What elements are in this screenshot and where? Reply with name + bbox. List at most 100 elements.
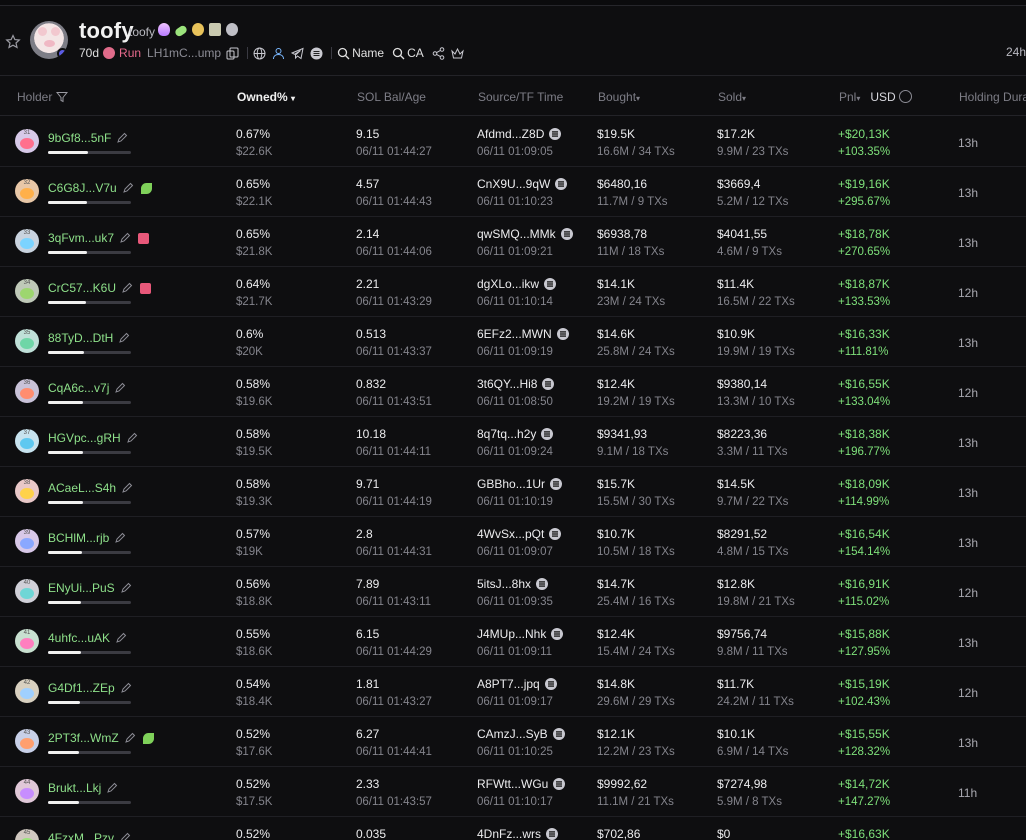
table-row[interactable]: 32 C6G8J...V7u 0.65% $22.1K 4.57 06/11 01:44:… bbox=[0, 167, 1026, 217]
edit-icon[interactable] bbox=[119, 232, 131, 244]
holder-avatar[interactable]: 43 bbox=[15, 729, 39, 753]
col-pnl[interactable]: Pnl▾ USD bbox=[839, 90, 912, 104]
token-name[interactable]: toofy bbox=[79, 18, 134, 44]
holder-address[interactable]: 4uhfc...uAK bbox=[48, 631, 127, 645]
globe-icon[interactable] bbox=[253, 47, 266, 60]
holder-address[interactable]: C6G8J...V7u bbox=[48, 181, 152, 195]
table-row[interactable]: 44 Brukt...Lkj 0.52% $17.5K 2.33 06/11 01:43:… bbox=[0, 767, 1026, 817]
holder-address[interactable]: CrC57...K6U bbox=[48, 281, 152, 295]
edit-icon[interactable] bbox=[121, 482, 133, 494]
col-bought[interactable]: Bought▾ bbox=[598, 90, 640, 104]
edit-icon[interactable] bbox=[126, 432, 138, 444]
edit-icon[interactable] bbox=[120, 682, 132, 694]
table-row[interactable]: 41 4uhfc...uAK 0.55% $18.6K 6.15 06/11 01:44:… bbox=[0, 617, 1026, 667]
table-row[interactable]: 42 G4Df1...ZEp 0.54% $18.4K 1.81 06/11 01:43:… bbox=[0, 667, 1026, 717]
holder-address[interactable]: 2PT3f...WmZ bbox=[48, 731, 154, 745]
holder-avatar[interactable]: 38 bbox=[15, 479, 39, 503]
holder-avatar[interactable]: 37 bbox=[15, 429, 39, 453]
source-address[interactable]: 5itsJ...8hx bbox=[477, 577, 549, 591]
holder-avatar[interactable]: 41 bbox=[15, 629, 39, 653]
source-address[interactable]: J4MUp...Nhk bbox=[477, 627, 564, 641]
table-row[interactable]: 39 BCHlM...rjb 0.57% $19K 2.8 06/11 01:44:31 4… bbox=[0, 517, 1026, 567]
holder-address[interactable]: 3qFvm...uk7 bbox=[48, 231, 150, 245]
source-address[interactable]: RFWtt...WGu bbox=[477, 777, 566, 791]
search-name-button[interactable]: Name bbox=[337, 46, 384, 60]
source-address[interactable]: 6EFz2...MWN bbox=[477, 327, 569, 341]
list-circle-icon[interactable] bbox=[310, 47, 323, 60]
table-row[interactable]: 38 ACaeL...S4h 0.58% $19.3K 9.71 06/11 01:44:… bbox=[0, 467, 1026, 517]
holder-address[interactable]: 4FzxM...Pzv bbox=[48, 831, 131, 840]
holder-address[interactable]: HGVpc...gRH bbox=[48, 431, 138, 445]
source-address[interactable]: 4WvSx...pQt bbox=[477, 527, 562, 541]
edit-icon[interactable] bbox=[115, 632, 127, 644]
holder-address[interactable]: Brukt...Lkj bbox=[48, 781, 118, 795]
user-icon[interactable] bbox=[272, 47, 285, 60]
holder-avatar[interactable]: 42 bbox=[15, 679, 39, 703]
holder-address[interactable]: 88TyD...DtH bbox=[48, 331, 130, 345]
token-avatar[interactable] bbox=[30, 21, 68, 59]
source-address[interactable]: 4DnFz...wrs bbox=[477, 827, 559, 840]
holder-address[interactable]: ACaeL...S4h bbox=[48, 481, 133, 495]
col-source[interactable]: Source/TF Time bbox=[478, 90, 563, 104]
star-icon[interactable] bbox=[5, 34, 21, 50]
edit-icon[interactable] bbox=[122, 182, 134, 194]
holder-avatar[interactable]: 45 bbox=[15, 829, 39, 840]
table-row[interactable]: 37 HGVpc...gRH 0.58% $19.5K 10.18 06/11 01:44… bbox=[0, 417, 1026, 467]
table-row[interactable]: 45 4FzxM...Pzv 0.52% 0.035 4DnFz...wrs $702,8… bbox=[0, 817, 1026, 840]
holder-avatar[interactable]: 34 bbox=[15, 279, 39, 303]
currency-switch-icon[interactable] bbox=[898, 90, 912, 103]
table-row[interactable]: 34 CrC57...K6U 0.64% $21.7K 2.21 06/11 01:43:… bbox=[0, 267, 1026, 317]
holder-avatar[interactable]: 32 bbox=[15, 179, 39, 203]
share-icon[interactable] bbox=[432, 46, 445, 60]
usd-toggle[interactable]: USD bbox=[870, 90, 895, 104]
table-row[interactable]: 40 ENyUi...PuS 0.56% $18.8K 7.89 06/11 01:43:… bbox=[0, 567, 1026, 617]
edit-icon[interactable] bbox=[114, 532, 126, 544]
table-row[interactable]: 33 3qFvm...uk7 0.65% $21.8K 2.14 06/11 01:44:… bbox=[0, 217, 1026, 267]
holder-address[interactable]: CqA6c...v7j bbox=[48, 381, 126, 395]
table-row[interactable]: 43 2PT3f...WmZ 0.52% $17.6K 6.27 06/11 01:44:… bbox=[0, 717, 1026, 767]
contract-address[interactable]: LH1mC...ump bbox=[147, 46, 221, 60]
table-row[interactable]: 36 CqA6c...v7j 0.58% $19.6K 0.832 06/11 01:43… bbox=[0, 367, 1026, 417]
source-address[interactable]: Afdmd...Z8D bbox=[477, 127, 562, 141]
source-address[interactable]: qwSMQ...MMk bbox=[477, 227, 573, 241]
edit-icon[interactable] bbox=[120, 582, 132, 594]
copy-icon[interactable] bbox=[226, 47, 239, 60]
col-owned[interactable]: Owned% ▾ bbox=[237, 90, 295, 104]
search-ca-button[interactable]: CA bbox=[392, 46, 424, 60]
col-sol-bal[interactable]: SOL Bal/Age bbox=[357, 90, 426, 104]
holder-avatar[interactable]: 35 bbox=[15, 329, 39, 353]
edit-icon[interactable] bbox=[121, 282, 133, 294]
holder-address[interactable]: BCHlM...rjb bbox=[48, 531, 126, 545]
holder-avatar[interactable]: 39 bbox=[15, 529, 39, 553]
source-address[interactable]: dgXLo...ikw bbox=[477, 277, 557, 291]
edit-icon[interactable] bbox=[114, 382, 126, 394]
table-row[interactable]: 35 88TyD...DtH 0.6% $20K 0.513 06/11 01:43:37… bbox=[0, 317, 1026, 367]
source-address[interactable]: CnX9U...9qW bbox=[477, 177, 568, 191]
holder-avatar[interactable]: 31 bbox=[15, 129, 39, 153]
source-address[interactable]: 8q7tq...h2y bbox=[477, 427, 554, 441]
crown-icon[interactable] bbox=[450, 47, 464, 60]
edit-icon[interactable] bbox=[124, 732, 136, 744]
edit-icon[interactable] bbox=[116, 132, 128, 144]
col-sold[interactable]: Sold▾ bbox=[718, 90, 746, 104]
edit-icon[interactable] bbox=[118, 332, 130, 344]
source-address[interactable]: CAmzJ...SyB bbox=[477, 727, 565, 741]
col-holding[interactable]: Holding Dura bbox=[959, 90, 1026, 104]
holder-avatar[interactable]: 44 bbox=[15, 779, 39, 803]
holder-address[interactable]: 9bGf8...5nF bbox=[48, 131, 128, 145]
source-address[interactable]: A8PT7...jpq bbox=[477, 677, 557, 691]
source-address[interactable]: GBBho...1Ur bbox=[477, 477, 563, 491]
edit-icon[interactable] bbox=[119, 832, 131, 840]
holder-address[interactable]: ENyUi...PuS bbox=[48, 581, 132, 595]
holder-avatar[interactable]: 40 bbox=[15, 579, 39, 603]
col-holder[interactable]: Holder bbox=[17, 90, 68, 104]
edit-icon[interactable] bbox=[106, 782, 118, 794]
source-address[interactable]: 3t6QY...Hi8 bbox=[477, 377, 555, 391]
timeframe-label[interactable]: 24h bbox=[1006, 45, 1026, 59]
holder-avatar[interactable]: 33 bbox=[15, 229, 39, 253]
holder-address[interactable]: G4Df1...ZEp bbox=[48, 681, 132, 695]
telegram-icon[interactable] bbox=[291, 47, 304, 60]
holder-avatar[interactable]: 36 bbox=[15, 379, 39, 403]
filter-icon[interactable] bbox=[55, 91, 68, 103]
table-row[interactable]: 31 9bGf8...5nF 0.67% $22.6K 9.15 06/11 01:44:… bbox=[0, 117, 1026, 167]
